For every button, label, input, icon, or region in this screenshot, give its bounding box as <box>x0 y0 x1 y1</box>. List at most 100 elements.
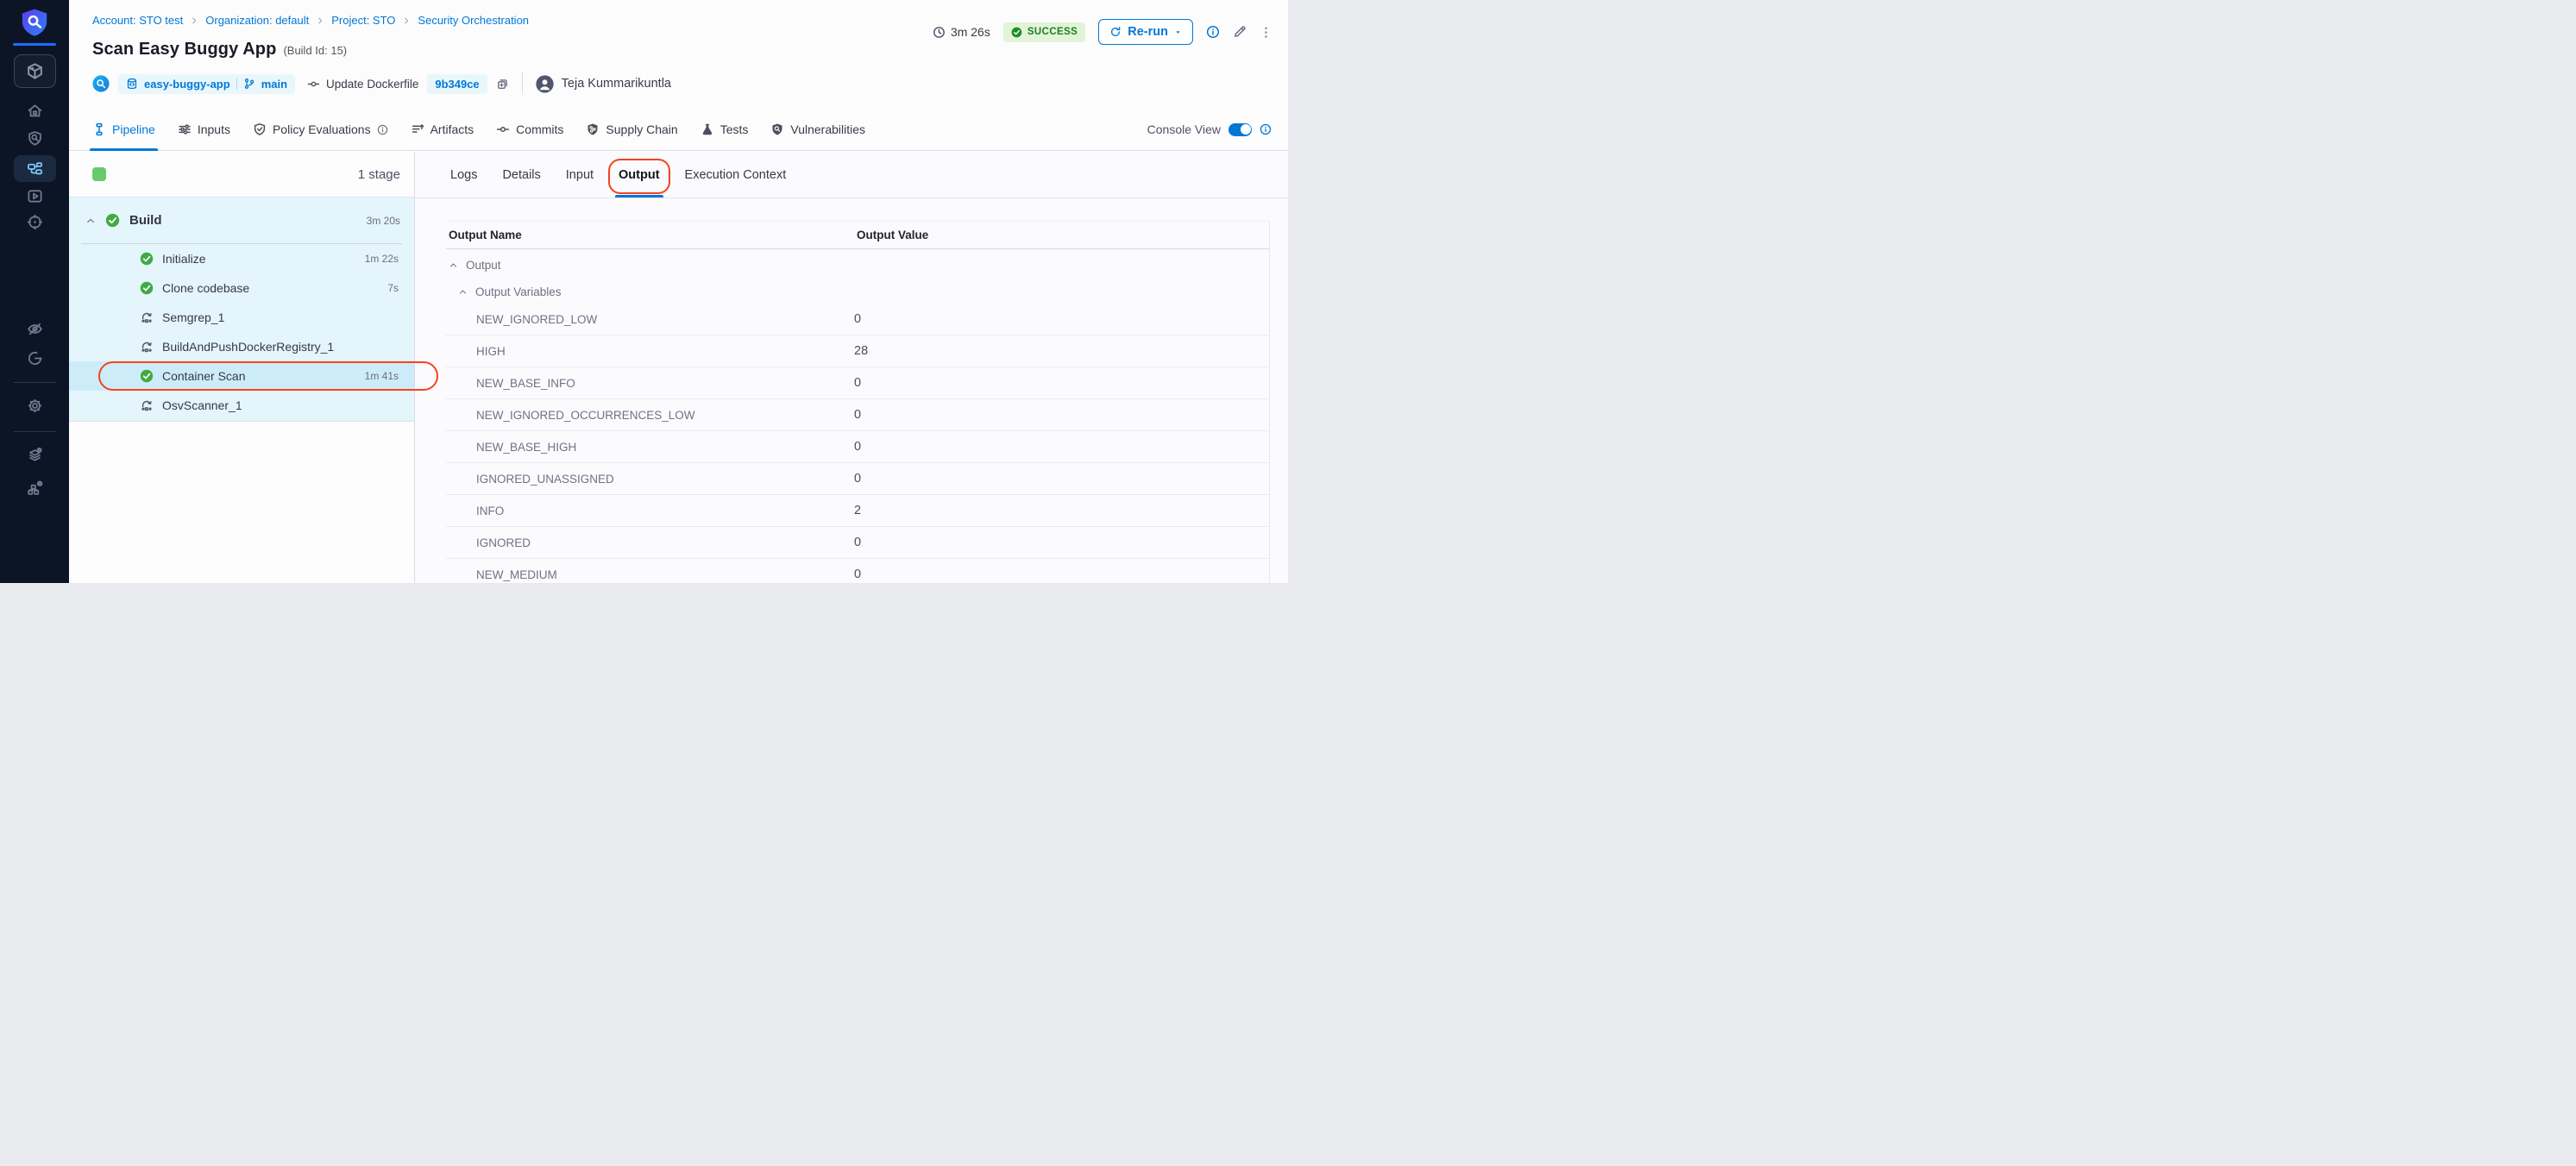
output-value: 2 <box>854 504 1269 517</box>
detail-tab-execution-context[interactable]: Execution Context <box>685 152 787 197</box>
tests-icon <box>701 122 714 136</box>
detail-tab-input[interactable]: Input <box>566 152 594 197</box>
nav-eye-off-icon[interactable] <box>14 317 56 341</box>
group-output-variables-label: Output Variables <box>475 285 562 298</box>
step-container-scan[interactable]: Container Scan1m 41s <box>69 361 414 391</box>
step-name: Initialize <box>162 252 206 266</box>
nav-home-icon[interactable] <box>14 98 56 122</box>
pipeline-icon <box>92 122 106 136</box>
output-name: IGNORED <box>446 536 854 549</box>
step-name: Clone codebase <box>162 281 249 295</box>
tab-label: Tests <box>720 122 749 136</box>
tab-tests[interactable]: Tests <box>701 109 749 150</box>
commit-meta-row: easy-buggy-app main Update Dockerfile 9b… <box>92 72 671 96</box>
step-name: BuildAndPushDockerRegistry_1 <box>162 340 334 354</box>
commit-sha-pill[interactable]: 9b349ce <box>427 74 487 94</box>
repo-name[interactable]: easy-buggy-app <box>144 78 230 91</box>
clock-icon <box>933 26 946 39</box>
console-view-toggle[interactable] <box>1228 123 1252 136</box>
sto-shield-logo[interactable] <box>20 8 49 39</box>
nav-settings-gear-icon[interactable] <box>14 393 56 417</box>
kebab-menu-icon[interactable] <box>1260 26 1272 39</box>
rerun-button[interactable]: Re-run <box>1098 19 1193 45</box>
success-check-icon <box>140 252 154 266</box>
tab-label: Commits <box>516 122 563 136</box>
tab-artifacts[interactable]: Artifacts <box>411 109 474 150</box>
nav-org-setup-icon[interactable] <box>14 475 56 499</box>
project-setup-icon <box>27 447 43 463</box>
step-clone-codebase[interactable]: Clone codebase 7s <box>69 273 414 303</box>
header-actions: 3m 26s SUCCESS Re-run <box>933 19 1272 45</box>
scm-trigger-icon <box>92 75 110 92</box>
output-value: 0 <box>854 376 1269 390</box>
info-icon[interactable] <box>1206 25 1220 39</box>
step-list: Initialize1m 22s Clone codebase 7s Semgrep_… <box>69 244 414 420</box>
detail-tab-output[interactable]: Output <box>619 152 660 197</box>
copy-icon[interactable] <box>496 78 509 91</box>
executions-icon <box>27 188 43 204</box>
step-duration: 7s <box>387 282 399 294</box>
tab-policy-evaluations[interactable]: Policy Evaluations <box>253 109 388 150</box>
edit-pencil-icon[interactable] <box>1233 25 1247 39</box>
info-icon[interactable] <box>377 124 388 135</box>
stage-row-build[interactable]: Build 3m 20s <box>69 197 414 243</box>
build-id: (Build Id: 15) <box>283 44 347 57</box>
tab-commits[interactable]: Commits <box>496 109 563 150</box>
module-selector-button[interactable] <box>14 54 56 88</box>
breadcrumb-organization-default[interactable]: Organization: default <box>205 14 309 27</box>
tab-label: Pipeline <box>112 122 155 136</box>
breadcrumb-security-orchestration[interactable]: Security Orchestration <box>418 14 529 27</box>
output-value: 0 <box>854 567 1269 581</box>
output-row-high: HIGH28 <box>446 335 1269 367</box>
execution-duration: 3m 26s <box>933 25 990 39</box>
step-buildandpushdockerregistry-1[interactable]: BuildAndPushDockerRegistry_1 <box>69 332 414 361</box>
output-value: 0 <box>854 472 1269 486</box>
tab-inputs[interactable]: Inputs <box>178 109 230 150</box>
shield-search-icon <box>27 130 43 147</box>
nav-power-icon[interactable] <box>14 346 56 370</box>
breadcrumb-account-sto-test[interactable]: Account: STO test <box>92 14 183 27</box>
tab-vulnerabilities[interactable]: Vulnerabilities <box>770 109 865 150</box>
repo-branch-pill[interactable]: easy-buggy-app main <box>118 74 295 94</box>
detail-tab-details[interactable]: Details <box>502 152 540 197</box>
output-name: NEW_IGNORED_LOW <box>446 313 854 326</box>
nav-executions-icon[interactable] <box>14 184 56 208</box>
nav-divider <box>14 382 56 383</box>
nav-shield-search-icon[interactable] <box>14 126 56 150</box>
success-check-icon <box>105 213 120 228</box>
chevron-up-icon <box>449 260 458 270</box>
execution-tabbar: Pipeline Inputs Policy Evaluations Artifact… <box>69 109 1288 151</box>
output-value: 28 <box>854 344 1269 358</box>
commit-icon <box>307 78 320 91</box>
nav-target-icon[interactable] <box>14 210 56 234</box>
success-check-icon <box>1011 27 1022 38</box>
tab-supply-chain[interactable]: Supply Chain <box>586 109 677 150</box>
commits-icon <box>496 122 510 136</box>
success-check-icon <box>140 281 154 295</box>
pipeline-nav-icon <box>27 160 43 177</box>
console-view-info-icon[interactable] <box>1260 123 1272 135</box>
chevron-up-icon[interactable] <box>85 216 96 226</box>
branch-name[interactable]: main <box>261 78 287 91</box>
group-output-variables[interactable]: Output Variables <box>446 280 1269 304</box>
nav-project-setup-icon[interactable] <box>14 442 56 467</box>
step-semgrep-1[interactable]: Semgrep_1 <box>69 303 414 332</box>
vulnerabilities-icon <box>770 122 784 136</box>
sidebar-nav <box>0 88 69 499</box>
detail-tabs: Logs Details Input Output Execution Context <box>415 152 1288 198</box>
step-osvscanner-1[interactable]: OsvScanner_1 <box>69 391 414 420</box>
meta-divider <box>522 72 523 95</box>
loop-strategy-icon <box>140 340 154 354</box>
nav-pipeline-nav-icon[interactable] <box>14 155 56 182</box>
commit-message[interactable]: Update Dockerfile <box>307 78 418 91</box>
tab-label: Vulnerabilities <box>790 122 865 136</box>
detail-tab-logs[interactable]: Logs <box>450 152 477 197</box>
breadcrumb-project-sto[interactable]: Project: STO <box>331 14 395 27</box>
console-view-label: Console View <box>1147 122 1221 136</box>
tab-pipeline[interactable]: Pipeline <box>92 109 155 150</box>
stage-duration: 3m 20s <box>367 215 400 227</box>
step-initialize[interactable]: Initialize1m 22s <box>69 244 414 273</box>
org-setup-icon <box>27 480 43 496</box>
group-output[interactable]: Output <box>446 249 1269 280</box>
author-name: Teja Kummarikuntla <box>562 77 671 91</box>
